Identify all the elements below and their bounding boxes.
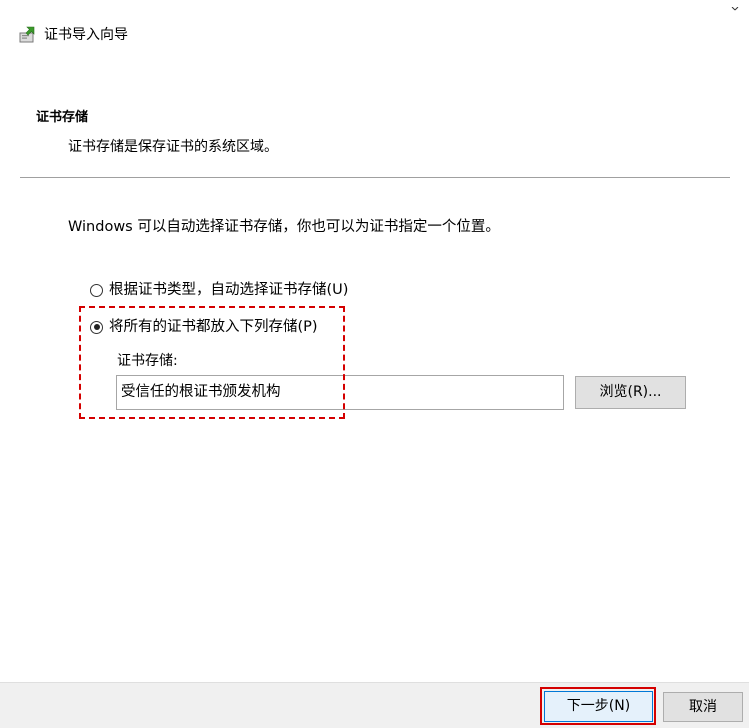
radio-label: 根据证书类型，自动选择证书存储(U) (109, 282, 349, 298)
certificate-store-field[interactable]: 受信任的根证书颁发机构 (116, 375, 564, 410)
radio-button-selected[interactable] (90, 320, 103, 334)
page-title: 证书存储 (36, 110, 89, 125)
title-bar: 证书导入向导 (0, 0, 749, 70)
cancel-button[interactable]: 取消 (663, 692, 743, 722)
page-description: 证书存储是保存证书的系统区域。 (68, 139, 278, 155)
header-divider (20, 177, 730, 178)
place-in-store-option[interactable]: 将所有的证书都放入下列存储(P) (90, 318, 318, 336)
close-icon[interactable] (731, 0, 739, 11)
radio-button[interactable] (90, 283, 103, 297)
radio-label: 将所有的证书都放入下列存储(P) (109, 319, 318, 335)
intro-text: Windows 可以自动选择证书存储，你也可以为证书指定一个位置。 (68, 219, 500, 235)
browse-button[interactable]: 浏览(R)... (575, 376, 686, 409)
certificate-wizard-icon (18, 25, 38, 45)
window-title: 证书导入向导 (44, 27, 128, 43)
certificate-store-label: 证书存储: (117, 353, 178, 369)
next-button[interactable]: 下一步(N) (544, 691, 653, 722)
auto-select-store-option[interactable]: 根据证书类型，自动选择证书存储(U) (90, 281, 348, 299)
